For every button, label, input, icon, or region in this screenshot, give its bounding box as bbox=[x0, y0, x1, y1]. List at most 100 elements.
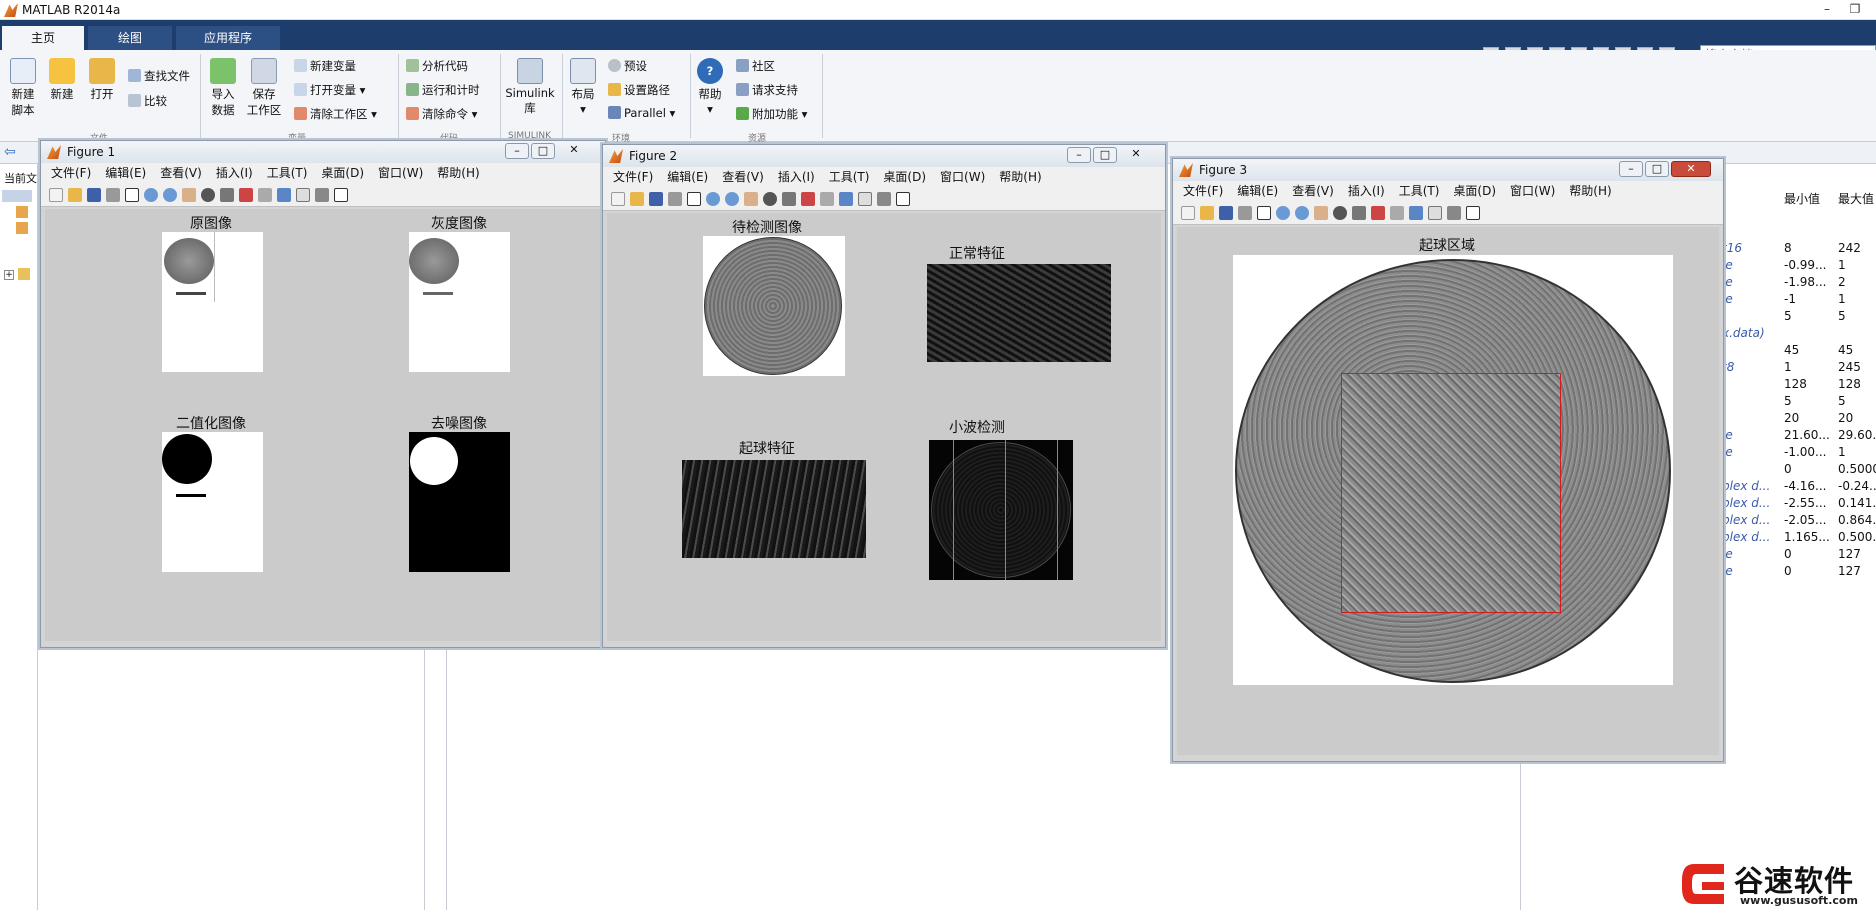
import-data-button[interactable]: 导入 数据 bbox=[206, 58, 240, 118]
menu-view[interactable]: 查看(V) bbox=[722, 167, 764, 187]
figure3-titlebar[interactable]: Figure 3 – □ ✕ bbox=[1173, 159, 1723, 181]
open-file-icon[interactable] bbox=[68, 188, 82, 202]
menu-view[interactable]: 查看(V) bbox=[1292, 181, 1334, 201]
open-variable-button[interactable]: 打开变量 ▾ bbox=[294, 82, 365, 98]
compare-button[interactable]: 比较 bbox=[128, 93, 167, 109]
find-files-button[interactable]: 查找文件 bbox=[128, 68, 190, 84]
show-tools-icon[interactable] bbox=[334, 188, 348, 202]
run-time-button[interactable]: 运行和计时 bbox=[406, 82, 480, 98]
menu-tools[interactable]: 工具(T) bbox=[1399, 181, 1440, 201]
restore-icon[interactable]: ❐ bbox=[1843, 1, 1867, 17]
addons-button[interactable]: 附加功能 ▾ bbox=[736, 106, 807, 122]
hide-tools-icon[interactable] bbox=[877, 192, 891, 206]
layout-button[interactable]: 布局 ▾ bbox=[566, 58, 600, 116]
rotate-icon[interactable] bbox=[763, 192, 777, 206]
analyze-code-button[interactable]: 分析代码 bbox=[406, 58, 468, 74]
file-row[interactable] bbox=[2, 190, 32, 202]
menu-tools[interactable]: 工具(T) bbox=[829, 167, 870, 187]
save-figure-icon[interactable] bbox=[87, 188, 101, 202]
tab-apps[interactable]: 应用程序 bbox=[176, 26, 280, 50]
figure2-window[interactable]: Figure 2 – □ ✕ 文件(F) 编辑(E) 查看(V) 插入(I) 工具(T)… bbox=[602, 144, 1166, 648]
close-icon[interactable]: ✕ bbox=[1121, 147, 1151, 163]
simulink-library-button[interactable]: Simulink 库 bbox=[504, 58, 556, 116]
legend-icon[interactable] bbox=[1428, 206, 1442, 220]
community-button[interactable]: 社区 bbox=[736, 58, 775, 74]
menu-edit[interactable]: 编辑(E) bbox=[1237, 181, 1278, 201]
maximize-icon[interactable]: □ bbox=[1645, 161, 1669, 177]
tab-home[interactable]: 主页 bbox=[2, 26, 84, 50]
data-cursor-icon[interactable] bbox=[782, 192, 796, 206]
colorbar-icon[interactable] bbox=[1409, 206, 1423, 220]
rotate-icon[interactable] bbox=[201, 188, 215, 202]
link-plot-icon[interactable] bbox=[820, 192, 834, 206]
rotate-icon[interactable] bbox=[1333, 206, 1347, 220]
link-plot-icon[interactable] bbox=[1390, 206, 1404, 220]
link-plot-icon[interactable] bbox=[258, 188, 272, 202]
maximize-icon[interactable]: □ bbox=[531, 143, 555, 159]
new-variable-button[interactable]: 新建变量 bbox=[294, 58, 356, 74]
save-figure-icon[interactable] bbox=[1219, 206, 1233, 220]
figure1-window[interactable]: Figure 1 – □ ✕ 文件(F) 编辑(E) 查看(V) 插入(I) 工具(T)… bbox=[40, 140, 606, 648]
data-cursor-icon[interactable] bbox=[220, 188, 234, 202]
pan-hand-icon[interactable] bbox=[1314, 206, 1328, 220]
colorbar-icon[interactable] bbox=[277, 188, 291, 202]
set-path-button[interactable]: 设置路径 bbox=[608, 82, 670, 98]
figure3-window[interactable]: Figure 3 – □ ✕ 文件(F) 编辑(E) 查看(V) 插入(I) 工具(T)… bbox=[1172, 158, 1724, 762]
menu-tools[interactable]: 工具(T) bbox=[267, 163, 308, 183]
new-figure-icon[interactable] bbox=[611, 192, 625, 206]
zoom-out-icon[interactable] bbox=[725, 192, 739, 206]
menu-insert[interactable]: 插入(I) bbox=[778, 167, 815, 187]
menu-help[interactable]: 帮助(H) bbox=[437, 163, 479, 183]
print-icon[interactable] bbox=[1238, 206, 1252, 220]
open-file-icon[interactable] bbox=[630, 192, 644, 206]
menu-desktop[interactable]: 桌面(D) bbox=[883, 167, 926, 187]
menu-edit[interactable]: 编辑(E) bbox=[105, 163, 146, 183]
pointer-icon[interactable] bbox=[125, 188, 139, 202]
pointer-icon[interactable] bbox=[1257, 206, 1271, 220]
clear-workspace-button[interactable]: 清除工作区 ▾ bbox=[294, 106, 377, 122]
menu-edit[interactable]: 编辑(E) bbox=[667, 167, 708, 187]
back-arrow-icon[interactable]: ⇦ bbox=[4, 144, 16, 160]
new-script-button[interactable]: 新建 脚本 bbox=[6, 58, 40, 118]
brush-icon[interactable] bbox=[239, 188, 253, 202]
figure2-titlebar[interactable]: Figure 2 – □ ✕ bbox=[603, 145, 1165, 167]
brush-icon[interactable] bbox=[801, 192, 815, 206]
clear-commands-button[interactable]: 清除命令 ▾ bbox=[406, 106, 477, 122]
show-tools-icon[interactable] bbox=[896, 192, 910, 206]
pan-hand-icon[interactable] bbox=[744, 192, 758, 206]
zoom-in-icon[interactable] bbox=[1276, 206, 1290, 220]
menu-window[interactable]: 窗口(W) bbox=[1510, 181, 1555, 201]
new-figure-icon[interactable] bbox=[1181, 206, 1195, 220]
hide-tools-icon[interactable] bbox=[315, 188, 329, 202]
new-figure-icon[interactable] bbox=[49, 188, 63, 202]
minimize-icon[interactable]: – bbox=[1815, 1, 1839, 17]
help-button[interactable]: ? 帮助 ▾ bbox=[694, 58, 726, 116]
legend-icon[interactable] bbox=[296, 188, 310, 202]
menu-file[interactable]: 文件(F) bbox=[1183, 181, 1223, 201]
tab-plots[interactable]: 绘图 bbox=[88, 26, 172, 50]
menu-help[interactable]: 帮助(H) bbox=[1569, 181, 1611, 201]
save-workspace-button[interactable]: 保存 工作区 bbox=[244, 58, 284, 118]
preferences-button[interactable]: 预设 bbox=[608, 58, 647, 74]
expand-icon[interactable]: + bbox=[4, 270, 14, 280]
zoom-in-icon[interactable] bbox=[706, 192, 720, 206]
figure1-titlebar[interactable]: Figure 1 – □ ✕ bbox=[41, 141, 605, 163]
pan-hand-icon[interactable] bbox=[182, 188, 196, 202]
close-icon[interactable]: ✕ bbox=[1671, 161, 1711, 177]
open-button[interactable]: 打开 bbox=[86, 58, 118, 102]
menu-insert[interactable]: 插入(I) bbox=[1348, 181, 1385, 201]
hide-tools-icon[interactable] bbox=[1447, 206, 1461, 220]
print-icon[interactable] bbox=[668, 192, 682, 206]
menu-window[interactable]: 窗口(W) bbox=[940, 167, 985, 187]
open-file-icon[interactable] bbox=[1200, 206, 1214, 220]
zoom-out-icon[interactable] bbox=[1295, 206, 1309, 220]
close-icon[interactable]: ✕ bbox=[559, 143, 589, 159]
menu-file[interactable]: 文件(F) bbox=[613, 167, 653, 187]
minimize-icon[interactable]: – bbox=[1619, 161, 1643, 177]
data-cursor-icon[interactable] bbox=[1352, 206, 1366, 220]
zoom-out-icon[interactable] bbox=[163, 188, 177, 202]
brush-icon[interactable] bbox=[1371, 206, 1385, 220]
parallel-button[interactable]: Parallel ▾ bbox=[608, 106, 675, 120]
zoom-in-icon[interactable] bbox=[144, 188, 158, 202]
menu-file[interactable]: 文件(F) bbox=[51, 163, 91, 183]
